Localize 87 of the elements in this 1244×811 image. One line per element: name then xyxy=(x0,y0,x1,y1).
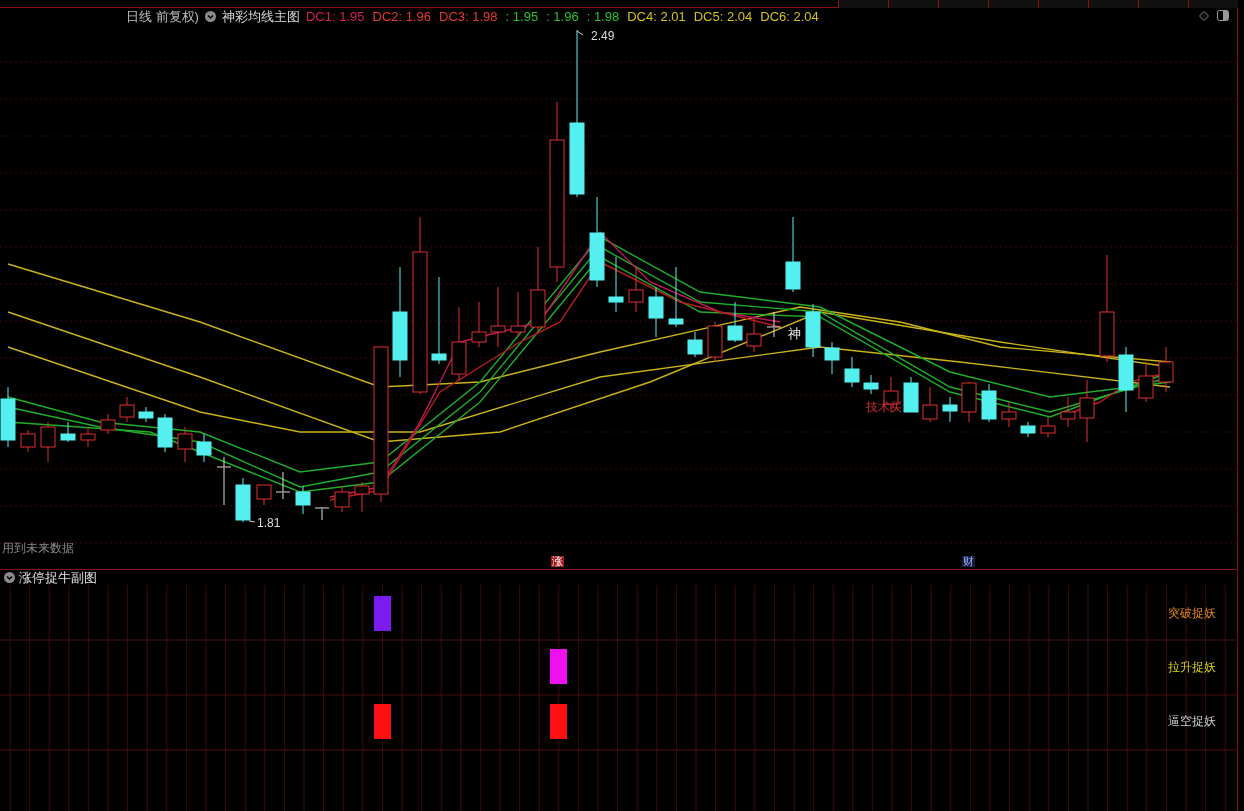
indicator-value: : 1.95 xyxy=(505,9,539,23)
candlestick xyxy=(746,316,762,353)
signal-row-label: 突破捉妖 xyxy=(1168,607,1216,619)
candlestick xyxy=(805,303,821,358)
toolbar-tab[interactable] xyxy=(1088,0,1138,8)
candlestick xyxy=(235,477,251,523)
indicator-value: DC3: 1.98 xyxy=(439,9,498,23)
candlestick xyxy=(1020,421,1036,438)
signal-bar xyxy=(550,649,567,684)
chart-mark: 神 xyxy=(788,327,801,340)
candlestick xyxy=(961,381,977,423)
candlestick xyxy=(766,311,782,338)
candlestick xyxy=(1138,361,1154,403)
indicator-value: DC5: 2.04 xyxy=(693,9,753,23)
candlestick xyxy=(471,301,487,348)
candlestick xyxy=(687,331,703,358)
candlestick xyxy=(1060,396,1076,428)
future-data-note: 用到未来数据 xyxy=(2,542,74,554)
candlestick xyxy=(157,413,173,453)
candlestick xyxy=(510,291,526,338)
candlestick xyxy=(727,301,743,343)
candlestick xyxy=(216,456,232,506)
candlestick xyxy=(1118,346,1134,413)
candlestick xyxy=(824,341,840,375)
candlestick xyxy=(981,383,997,423)
toolbar-tab[interactable] xyxy=(1038,0,1088,8)
candlestick xyxy=(1079,379,1095,443)
candlestick xyxy=(903,376,919,413)
candlestick xyxy=(334,485,350,513)
candlestick xyxy=(0,386,16,448)
candlestick xyxy=(119,396,135,423)
toolbar-tab[interactable] xyxy=(888,0,938,8)
signal-row-label: 逼空捉妖 xyxy=(1168,715,1216,727)
candlestick xyxy=(707,321,723,363)
price-label: 2.49 xyxy=(591,30,615,42)
price-label: 1.81 xyxy=(257,517,281,529)
signal-bar xyxy=(374,704,391,739)
chevron-down-icon[interactable] xyxy=(4,572,15,583)
indicator-value: : 1.96 xyxy=(546,9,579,23)
diamond-icon[interactable] xyxy=(1199,10,1209,21)
leader-line xyxy=(576,30,584,36)
signal-bar xyxy=(550,704,567,739)
toolbar-tab[interactable] xyxy=(1138,0,1188,8)
candlestick xyxy=(20,429,36,453)
candlestick xyxy=(100,413,116,435)
candlestick xyxy=(668,266,684,328)
toolbar-tab[interactable] xyxy=(938,0,988,8)
indicator-value: DC1: 1.95 xyxy=(305,9,365,23)
indicator-value: DC4: 2.01 xyxy=(627,9,686,23)
candlestick xyxy=(628,266,644,313)
toolbar-tab[interactable] xyxy=(988,0,1038,8)
candlestick xyxy=(608,256,624,313)
candlestick xyxy=(922,386,938,423)
candlestick xyxy=(1158,346,1174,393)
indicator-value: DC2: 1.96 xyxy=(372,9,432,23)
candlestick xyxy=(844,356,860,388)
signal-row-label: 拉升捉妖 xyxy=(1168,661,1216,673)
candlestick xyxy=(80,426,96,448)
candlestick xyxy=(256,484,272,506)
candlestick xyxy=(490,286,506,348)
candlestick xyxy=(1001,401,1017,428)
candlestick xyxy=(177,426,193,463)
candlestick xyxy=(295,485,311,515)
event-marker: 涨 xyxy=(551,556,564,567)
candlestick xyxy=(354,481,370,513)
indicator-value: DC6: 2.04 xyxy=(760,9,819,23)
candlestick xyxy=(60,421,76,443)
chevron-down-icon[interactable] xyxy=(204,10,216,22)
signal-label: 技术买 xyxy=(866,401,902,413)
toolbar-tab[interactable] xyxy=(838,0,888,8)
indicator-value: : 1.98 xyxy=(586,9,620,23)
candlestick xyxy=(275,471,291,500)
subchart-title: 涨停捉牛副图 xyxy=(19,571,97,584)
panel-toggle-icon[interactable] xyxy=(1217,10,1229,21)
candlestick xyxy=(196,433,212,463)
signal-bar xyxy=(374,596,391,631)
leader-line xyxy=(248,520,256,523)
candlestick xyxy=(863,374,879,395)
candlestick xyxy=(942,396,958,423)
candlestick xyxy=(648,286,664,338)
candlestick xyxy=(1040,416,1056,438)
candlestick xyxy=(40,421,56,463)
indicator-name: 神彩均线主图 xyxy=(221,9,300,23)
candlestick xyxy=(138,406,154,423)
event-marker: 财 xyxy=(962,556,975,567)
candlestick xyxy=(314,506,330,521)
period-label: 日线 前复权) xyxy=(126,9,199,23)
